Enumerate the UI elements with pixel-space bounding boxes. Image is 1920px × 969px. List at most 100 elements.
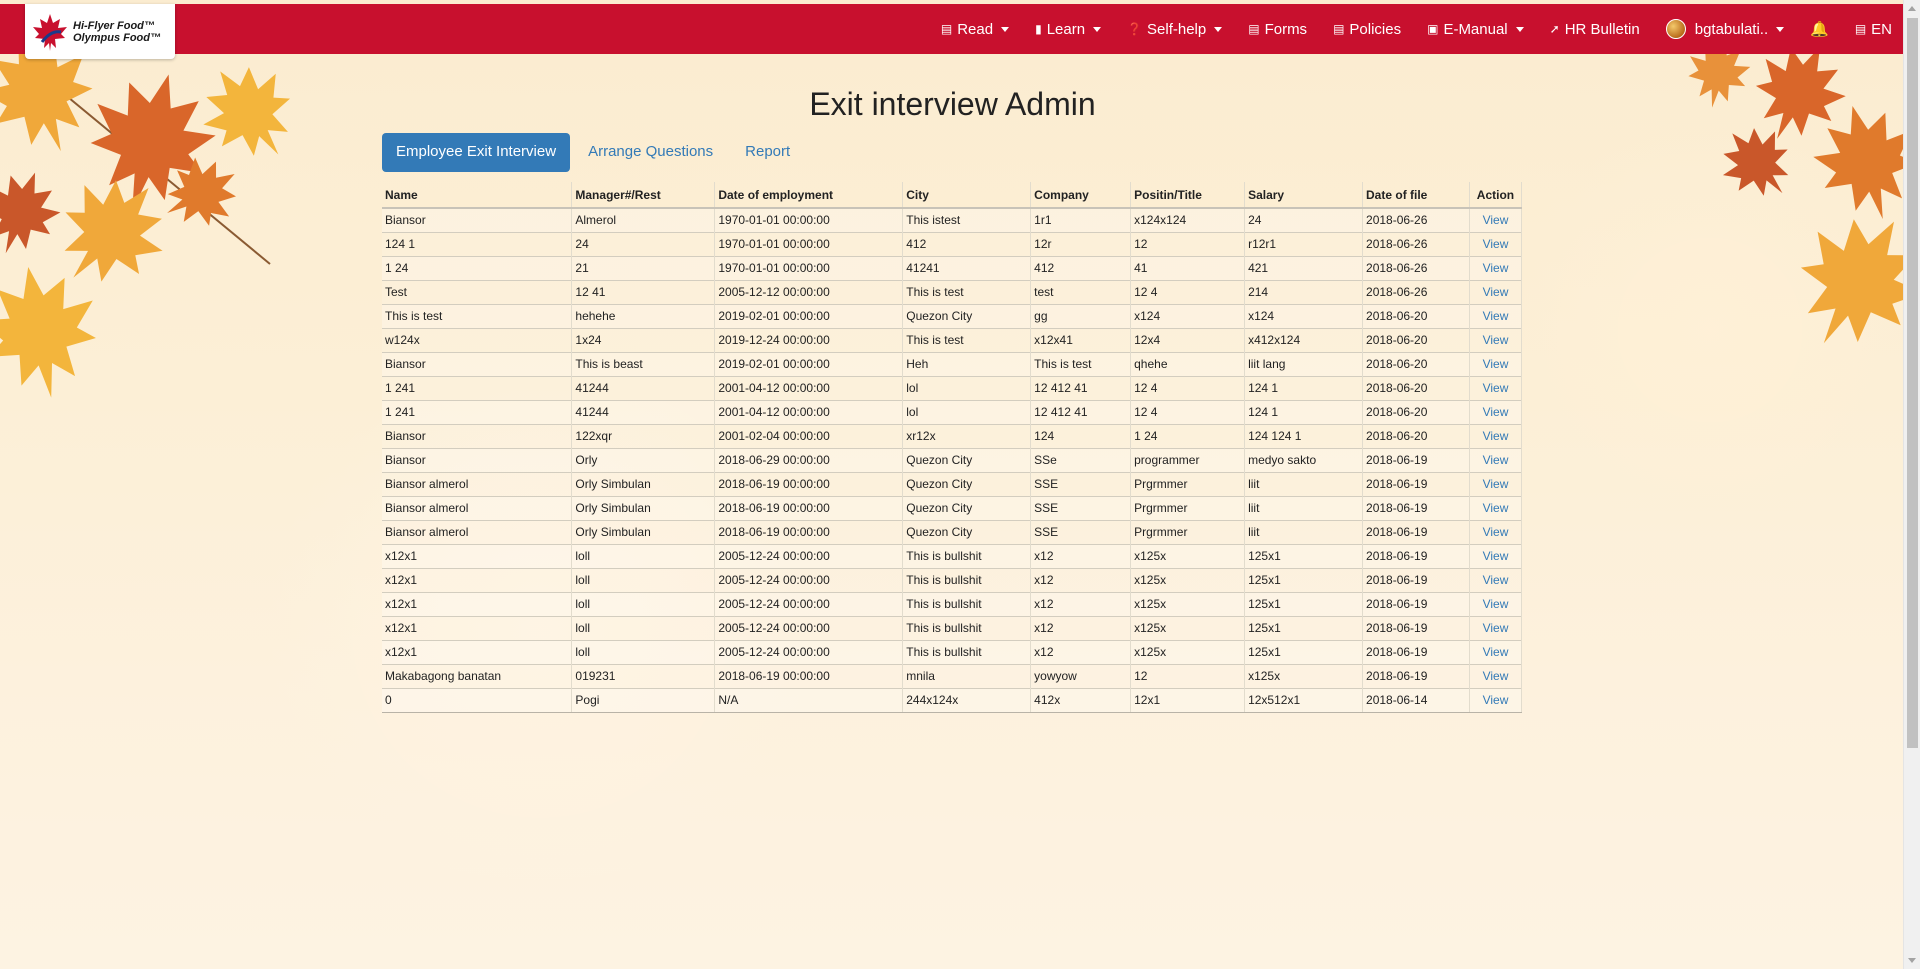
table-cell: 2018-06-19	[1362, 519, 1470, 544]
view-link[interactable]: View	[1483, 405, 1509, 419]
view-link[interactable]: View	[1483, 525, 1509, 539]
table-cell: Quezon City	[902, 471, 1032, 496]
table-cell: 2018-06-19	[1362, 447, 1470, 472]
table-cell: Biansor almerol	[382, 495, 573, 520]
table-cell: 12x4	[1130, 327, 1246, 352]
table-cell: Quezon City	[902, 495, 1032, 520]
table-cell: x12x41	[1030, 327, 1132, 352]
table-cell: lol	[902, 375, 1032, 400]
nav-policies[interactable]: ▤ Policies	[1320, 4, 1414, 54]
view-link[interactable]: View	[1483, 429, 1509, 443]
table-cell: Prgrmmer	[1130, 519, 1246, 544]
table-cell: 2005-12-24 00:00:00	[714, 615, 904, 640]
table-row: 1 241 41244 2001-04-12 00:00:00 lol 12 412 4…	[382, 399, 1523, 424]
view-link[interactable]: View	[1483, 309, 1509, 323]
table-cell: 122xqr	[571, 423, 716, 448]
table-cell: This is test	[1030, 351, 1132, 376]
language-selector[interactable]: ▤ EN	[1842, 4, 1905, 54]
table-cell: SSe	[1030, 447, 1132, 472]
table-cell: 2001-02-04 00:00:00	[714, 423, 904, 448]
tab-arrange-questions[interactable]: Arrange Questions	[574, 133, 727, 172]
notifications-button[interactable]: 🔔	[1797, 4, 1842, 54]
table-cell-action: View	[1469, 375, 1523, 400]
table-cell: 41241	[902, 255, 1032, 280]
table-cell: 12r	[1030, 231, 1132, 256]
tab-employee-exit-interview[interactable]: Employee Exit Interview	[382, 133, 571, 172]
table-cell: 1970-01-01 00:00:00	[714, 255, 904, 280]
table-cell: 12 41	[571, 279, 716, 304]
view-link[interactable]: View	[1483, 261, 1509, 275]
table-cell: 2019-02-01 00:00:00	[714, 351, 904, 376]
scrollbar-thumb[interactable]	[1907, 18, 1918, 748]
table-cell: 124	[1030, 423, 1132, 448]
company-logo[interactable]: Hi-Flyer Food™ Olympus Food™	[25, 4, 175, 59]
table-cell: 421	[1244, 255, 1364, 280]
view-link[interactable]: View	[1483, 237, 1509, 251]
caret-down-icon	[1515, 26, 1524, 32]
table-cell: 2001-04-12 00:00:00	[714, 399, 904, 424]
table-row: Biansor almerol Orly Simbulan 2018-06-19 0…	[382, 471, 1523, 496]
nav-learn[interactable]: ▮ Learn	[1022, 4, 1114, 54]
nav-forms[interactable]: ▤ Forms	[1235, 4, 1320, 54]
caret-down-icon	[1093, 26, 1102, 32]
table-cell: 124 1	[1244, 399, 1364, 424]
view-link[interactable]: View	[1483, 381, 1509, 395]
language-label: EN	[1871, 20, 1892, 38]
table-cell: 2018-06-20	[1362, 375, 1470, 400]
table-cell: Pogi	[571, 687, 716, 713]
table-cell: 2005-12-24 00:00:00	[714, 591, 904, 616]
table-cell: 2018-06-26	[1362, 231, 1470, 256]
table-row: x12x1 loll 2005-12-24 00:00:00 This is bull…	[382, 615, 1523, 640]
table-cell: x124x124	[1130, 207, 1246, 232]
table-cell: w124x	[382, 327, 573, 352]
table-row: Biansor almerol Orly Simbulan 2018-06-19 0…	[382, 495, 1523, 520]
table-cell: 2018-06-26	[1362, 255, 1470, 280]
view-link[interactable]: View	[1483, 333, 1509, 347]
view-link[interactable]: View	[1483, 645, 1509, 659]
view-link[interactable]: View	[1483, 477, 1509, 491]
scroll-up-arrow-icon[interactable]	[1908, 6, 1916, 11]
view-link[interactable]: View	[1483, 693, 1509, 707]
view-link[interactable]: View	[1483, 573, 1509, 587]
pin-icon: ➚	[1549, 22, 1560, 36]
column-header: Name	[382, 182, 573, 209]
view-link[interactable]: View	[1483, 597, 1509, 611]
nav-e-manual[interactable]: ▣ E-Manual	[1414, 4, 1537, 54]
view-link[interactable]: View	[1483, 669, 1509, 683]
table-cell: 2018-06-19 00:00:00	[714, 471, 904, 496]
table-cell: qhehe	[1130, 351, 1246, 376]
table-cell: 1 241	[382, 399, 573, 424]
table-cell: 2005-12-24 00:00:00	[714, 543, 904, 568]
table-cell-action: View	[1469, 543, 1523, 568]
view-link[interactable]: View	[1483, 213, 1509, 227]
table-cell: liit	[1244, 471, 1364, 496]
view-link[interactable]: View	[1483, 501, 1509, 515]
logo-line-2: Olympus Food™	[73, 31, 161, 44]
table-cell: 2018-06-19	[1362, 663, 1470, 688]
view-link[interactable]: View	[1483, 357, 1509, 371]
table-cell-action: View	[1469, 591, 1523, 616]
nav-read[interactable]: ▤ Read	[928, 4, 1022, 54]
table-cell: SSE	[1030, 495, 1132, 520]
nav-hr-bulletin[interactable]: ➚ HR Bulletin	[1537, 4, 1653, 54]
table-cell-action: View	[1469, 495, 1523, 520]
table-cell-action: View	[1469, 687, 1523, 713]
nav-user-menu[interactable]: bgtabulati..	[1653, 4, 1797, 54]
vertical-scrollbar[interactable]	[1903, 0, 1920, 969]
view-link[interactable]: View	[1483, 621, 1509, 635]
tab-report[interactable]: Report	[731, 133, 804, 172]
table-cell: programmer	[1130, 447, 1246, 472]
table-cell: 412	[902, 231, 1032, 256]
nav-self-help[interactable]: ❓ Self-help	[1114, 4, 1235, 54]
table-cell: x12x1	[382, 639, 573, 664]
view-link[interactable]: View	[1483, 285, 1509, 299]
caret-down-icon	[1001, 26, 1010, 32]
table-cell-action: View	[1469, 279, 1523, 304]
table-cell: 1x24	[571, 327, 716, 352]
table-cell: 244x124x	[902, 687, 1032, 713]
view-link[interactable]: View	[1483, 453, 1509, 467]
table-cell: 41244	[571, 399, 716, 424]
view-link[interactable]: View	[1483, 549, 1509, 563]
scroll-down-arrow-icon[interactable]	[1908, 958, 1916, 963]
table-cell: Biansor almerol	[382, 519, 573, 544]
